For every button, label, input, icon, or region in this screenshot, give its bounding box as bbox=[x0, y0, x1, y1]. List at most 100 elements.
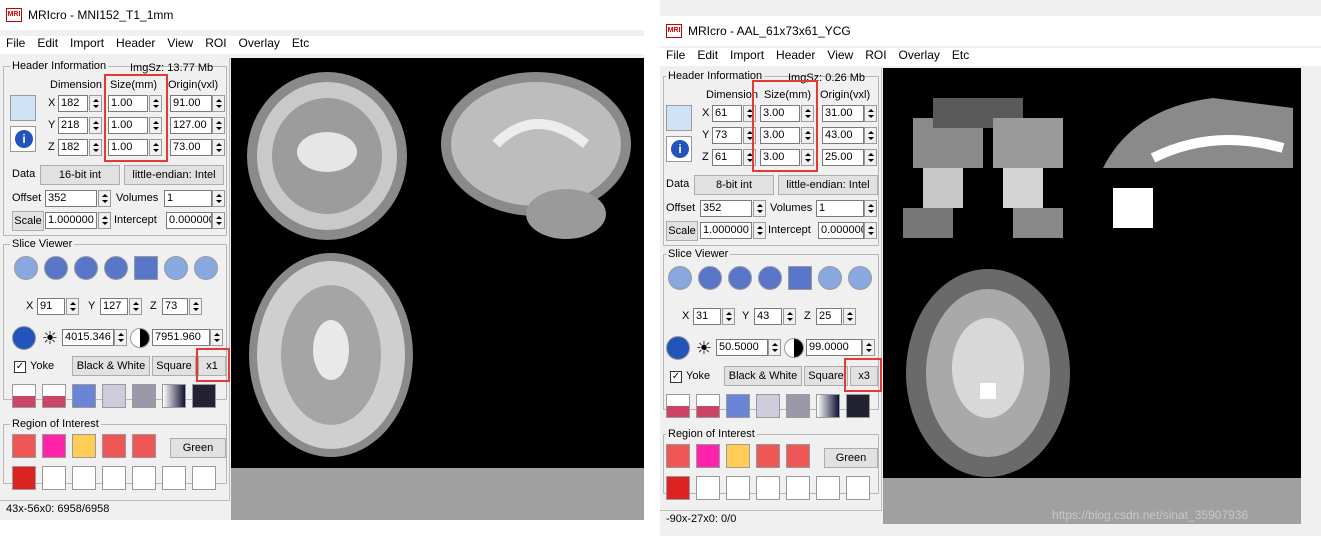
square-button[interactable]: Square bbox=[804, 366, 848, 386]
roi-lasso-icon[interactable] bbox=[726, 476, 750, 500]
origin-z-field[interactable]: 73.00 bbox=[170, 139, 212, 156]
dim-z-field[interactable]: 61 bbox=[712, 149, 742, 166]
overlay-tool-2-icon[interactable] bbox=[42, 384, 66, 408]
gradient-icon[interactable] bbox=[816, 394, 840, 418]
origin-x-spin[interactable] bbox=[864, 105, 877, 122]
slice-z-spin[interactable] bbox=[189, 298, 202, 315]
roi-save-icon[interactable] bbox=[756, 444, 780, 468]
offset-field[interactable]: 352 bbox=[700, 200, 752, 217]
volumes-spin[interactable] bbox=[212, 190, 225, 207]
open-image-icon[interactable] bbox=[10, 95, 36, 121]
view-axial-icon[interactable] bbox=[104, 256, 128, 280]
roi-fill-icon[interactable] bbox=[756, 476, 780, 500]
endian-button[interactable]: little-endian: Intel bbox=[124, 165, 224, 185]
overlay-tool-3-icon[interactable] bbox=[726, 394, 750, 418]
menu-header[interactable]: Header bbox=[116, 36, 155, 54]
back-arrow-icon[interactable] bbox=[12, 326, 36, 350]
slice-x-field[interactable]: 91 bbox=[37, 298, 65, 315]
menu-file[interactable]: File bbox=[666, 48, 685, 66]
origin-x-spin[interactable] bbox=[212, 95, 225, 112]
view-coronal-icon[interactable] bbox=[728, 266, 752, 290]
view-multi-icon[interactable] bbox=[134, 256, 158, 280]
offset-spin[interactable] bbox=[753, 200, 766, 217]
origin-x-field[interactable]: 91.00 bbox=[170, 95, 212, 112]
dim-y-field[interactable]: 73 bbox=[712, 127, 742, 144]
scale-spin[interactable] bbox=[98, 212, 111, 229]
window-min-field[interactable]: 50.5000 bbox=[716, 339, 768, 356]
overlay-tool-2-icon[interactable] bbox=[696, 394, 720, 418]
overlay-tool-1-icon[interactable] bbox=[666, 394, 690, 418]
roi-open-icon[interactable] bbox=[12, 434, 36, 458]
view-3d-head-icon[interactable] bbox=[668, 266, 692, 290]
yoke-checkbox[interactable]: ✓ bbox=[670, 371, 682, 383]
intercept-field[interactable]: 0.000000 bbox=[818, 222, 864, 239]
origin-y-spin[interactable] bbox=[212, 117, 225, 134]
view-brain-side-icon[interactable] bbox=[194, 256, 218, 280]
menu-header[interactable]: Header bbox=[776, 48, 815, 66]
origin-z-spin[interactable] bbox=[212, 139, 225, 156]
origin-z-field[interactable]: 25.00 bbox=[822, 149, 864, 166]
origin-y-field[interactable]: 127.00 bbox=[170, 117, 212, 134]
window-max-spin[interactable] bbox=[210, 329, 223, 346]
data-type-button[interactable]: 8-bit int bbox=[694, 175, 774, 195]
dim-y-spin[interactable] bbox=[89, 117, 102, 134]
slice-y-field[interactable]: 43 bbox=[754, 308, 782, 325]
menu-import[interactable]: Import bbox=[730, 48, 764, 66]
view-brain-top-icon[interactable] bbox=[818, 266, 842, 290]
roi-erase-icon[interactable] bbox=[786, 476, 810, 500]
window-max-field[interactable]: 99.0000 bbox=[806, 339, 862, 356]
contrast-icon[interactable] bbox=[784, 338, 804, 358]
roi-draw-icon[interactable] bbox=[42, 466, 66, 490]
window-min-field[interactable]: 4015.346 bbox=[62, 329, 114, 346]
intercept-spin[interactable] bbox=[212, 212, 225, 229]
slice-view-area[interactable] bbox=[883, 68, 1301, 478]
histogram-icon[interactable] bbox=[846, 394, 870, 418]
roi-delete-icon[interactable] bbox=[786, 444, 810, 468]
view-multi-icon[interactable] bbox=[788, 266, 812, 290]
black-white-button[interactable]: Black & White bbox=[72, 356, 150, 376]
slice-z-field[interactable]: 25 bbox=[816, 308, 842, 325]
info-icon[interactable]: i bbox=[10, 126, 36, 152]
roi-color-button[interactable]: Green bbox=[824, 448, 878, 468]
view-brain-side-icon[interactable] bbox=[848, 266, 872, 290]
volumes-field[interactable]: 1 bbox=[164, 190, 212, 207]
roi-color-button[interactable]: Green bbox=[170, 438, 226, 458]
view-sagittal-icon[interactable] bbox=[44, 256, 68, 280]
overlay-tool-1-icon[interactable] bbox=[12, 384, 36, 408]
window-min-spin[interactable] bbox=[768, 339, 781, 356]
volumes-spin[interactable] bbox=[864, 200, 877, 217]
slice-y-spin[interactable] bbox=[129, 298, 142, 315]
slice-x-spin[interactable] bbox=[722, 308, 735, 325]
view-sagittal-icon[interactable] bbox=[698, 266, 722, 290]
roi-pen-icon[interactable] bbox=[726, 444, 750, 468]
roi-delete-icon[interactable] bbox=[132, 434, 156, 458]
roi-info-icon[interactable] bbox=[696, 444, 720, 468]
dim-x-field[interactable]: 182 bbox=[58, 95, 88, 112]
slice-z-spin[interactable] bbox=[843, 308, 856, 325]
scale-field[interactable]: 1.000000 bbox=[700, 222, 752, 239]
slice-x-spin[interactable] bbox=[66, 298, 79, 315]
info-icon[interactable]: i bbox=[666, 136, 692, 162]
intercept-spin[interactable] bbox=[864, 222, 877, 239]
surface-icon[interactable] bbox=[786, 394, 810, 418]
dim-y-field[interactable]: 218 bbox=[58, 117, 88, 134]
view-3d-head-icon[interactable] bbox=[14, 256, 38, 280]
wizard-icon[interactable] bbox=[192, 466, 216, 490]
origin-x-field[interactable]: 31.00 bbox=[822, 105, 864, 122]
endian-button[interactable]: little-endian: Intel bbox=[778, 175, 878, 195]
roi-fill-icon[interactable] bbox=[102, 466, 126, 490]
window-min-spin[interactable] bbox=[114, 329, 127, 346]
view-axial-icon[interactable] bbox=[758, 266, 782, 290]
slice-z-field[interactable]: 73 bbox=[162, 298, 188, 315]
open-image-icon[interactable] bbox=[666, 105, 692, 131]
menu-edit[interactable]: Edit bbox=[37, 36, 58, 54]
roi-save-icon[interactable] bbox=[102, 434, 126, 458]
gradient-icon[interactable] bbox=[162, 384, 186, 408]
roi-pen-icon[interactable] bbox=[72, 434, 96, 458]
slice-y-spin[interactable] bbox=[783, 308, 796, 325]
offset-field[interactable]: 352 bbox=[45, 190, 97, 207]
scale-spin[interactable] bbox=[753, 222, 766, 239]
menu-etc[interactable]: Etc bbox=[292, 36, 309, 54]
scale-button[interactable]: Scale bbox=[12, 211, 44, 231]
slice-view-area[interactable] bbox=[231, 58, 644, 468]
